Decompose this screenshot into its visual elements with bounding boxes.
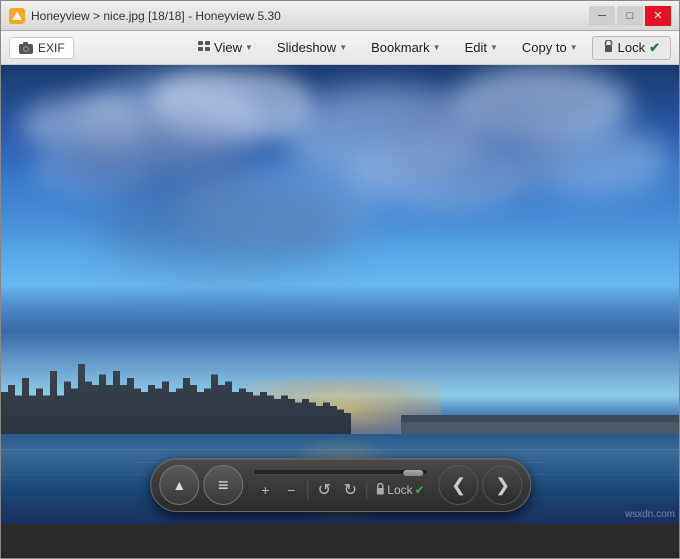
title-bar: Honeyview > nice.jpg [18/18] - Honeyview… — [1, 1, 679, 31]
eject-button[interactable]: ▲ — [159, 465, 199, 505]
menu-button[interactable]: ≡ — [203, 465, 243, 505]
camera-icon — [18, 41, 34, 54]
menu-bar: EXIF View ▼ Slideshow ▼ Bookmark ▼ Ed — [1, 31, 679, 65]
minimize-button[interactable]: ─ — [589, 6, 615, 26]
rotate-ccw-button[interactable]: ↺ — [312, 479, 336, 501]
prev-button[interactable]: ❮ — [439, 465, 479, 505]
toolbar-lock-label: Lock — [387, 483, 412, 497]
window-controls: ─ □ ✕ — [589, 6, 671, 26]
close-button[interactable]: ✕ — [645, 6, 671, 26]
clouds-layer — [1, 65, 680, 363]
image-area[interactable]: ▲ ≡ + − ↺ ↻ — [1, 65, 680, 524]
lock-button[interactable]: Lock ✔ — [592, 36, 671, 60]
zoom-out-button[interactable]: − — [279, 479, 303, 501]
maximize-button[interactable]: □ — [617, 6, 643, 26]
application-window: Honeyview > nice.jpg [18/18] - Honeyview… — [0, 0, 680, 559]
copy-to-dropdown-icon: ▼ — [570, 43, 578, 52]
lock-label: Lock — [618, 40, 645, 55]
app-icon — [9, 8, 25, 24]
toolbar-divider-2 — [366, 481, 367, 499]
copy-to-menu[interactable]: Copy to ▼ — [512, 36, 588, 59]
image-display — [1, 65, 680, 524]
view-dropdown-icon: ▼ — [245, 43, 253, 52]
slideshow-dropdown-icon: ▼ — [339, 43, 347, 52]
toolbar-divider-1 — [307, 481, 308, 499]
toolbar-lock-icon — [375, 483, 385, 498]
window-title: Honeyview > nice.jpg [18/18] - Honeyview… — [31, 9, 589, 23]
toolbar-actions: + − ↺ ↻ Lock ✔ — [253, 479, 428, 501]
edit-menu[interactable]: Edit ▼ — [455, 36, 508, 59]
view-menu[interactable]: View ▼ — [187, 36, 263, 59]
bottom-toolbar: ▲ ≡ + − ↺ ↻ — [150, 458, 531, 512]
next-button[interactable]: ❯ — [483, 465, 523, 505]
toolbar-lock-button[interactable]: Lock ✔ — [371, 481, 428, 500]
bookmark-dropdown-icon: ▼ — [433, 43, 441, 52]
edit-label: Edit — [465, 40, 487, 55]
copy-to-label: Copy to — [522, 40, 567, 55]
image-scrollbar[interactable] — [253, 469, 428, 475]
bookmark-menu[interactable]: Bookmark ▼ — [361, 36, 450, 59]
rotate-cw-button[interactable]: ↻ — [338, 479, 362, 501]
next-icon: ❯ — [495, 475, 510, 496]
eject-icon: ▲ — [172, 477, 186, 493]
view-label: View — [214, 40, 242, 55]
toolbar-lock-check-icon: ✔ — [415, 483, 425, 497]
watermark: wsxdn.com — [625, 509, 675, 520]
bookmark-label: Bookmark — [371, 40, 430, 55]
lock-icon — [603, 40, 614, 56]
scrollbar-thumb — [404, 470, 424, 476]
zoom-in-button[interactable]: + — [253, 479, 277, 501]
lock-check-icon: ✔ — [649, 40, 660, 56]
toolbar-center: + − ↺ ↻ Lock ✔ — [247, 469, 434, 501]
slideshow-label: Slideshow — [277, 40, 336, 55]
edit-dropdown-icon: ▼ — [490, 43, 498, 52]
menu-icon: ≡ — [218, 476, 229, 494]
prev-icon: ❮ — [451, 475, 466, 496]
view-icon — [197, 40, 211, 55]
exif-button[interactable]: EXIF — [9, 37, 74, 59]
exif-label: EXIF — [38, 41, 65, 55]
slideshow-menu[interactable]: Slideshow ▼ — [267, 36, 357, 59]
